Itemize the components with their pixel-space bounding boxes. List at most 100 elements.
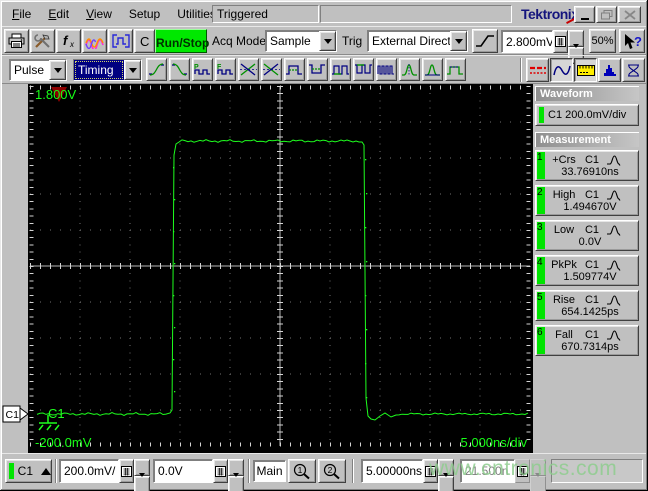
function-button[interactable]: fx bbox=[56, 29, 81, 53]
measurement-list: 1 +Crs C1 33.76910ns 2 High C1 1.494670V 3 Low C1 0… bbox=[535, 150, 639, 360]
waveform-channel-button[interactable]: C1 200.0mV/div bbox=[535, 104, 639, 126]
waveform-display-button[interactable] bbox=[550, 58, 573, 82]
measurement-2-button[interactable]: 2 High C1 1.494670V bbox=[535, 185, 639, 216]
keypad-button[interactable] bbox=[119, 459, 134, 483]
decrement-button[interactable] bbox=[438, 473, 454, 491]
pulse-meas-icon bbox=[606, 258, 622, 271]
period-button[interactable]: P bbox=[192, 58, 213, 81]
channel-select-label: C1 bbox=[17, 464, 33, 478]
minimize-icon bbox=[580, 18, 589, 20]
mask-test-button[interactable] bbox=[622, 58, 645, 82]
context-help-button[interactable]: ? bbox=[619, 29, 645, 53]
plot-area[interactable]: C1 1.800V -200.0mV 5.000ns/div bbox=[28, 84, 533, 453]
keypad-button[interactable] bbox=[515, 459, 530, 483]
menubar: FileEditViewSetupUtilitiesHelp Triggered… bbox=[2, 2, 646, 26]
keypad-icon bbox=[121, 465, 132, 477]
measurement-1-button[interactable]: 1 +Crs C1 33.76910ns bbox=[535, 150, 639, 181]
zoom-1-button[interactable]: 1 bbox=[288, 459, 316, 483]
timebase-field[interactable]: 5.00000ns bbox=[361, 459, 423, 483]
meas-type-dropdown-arrow[interactable] bbox=[49, 60, 66, 80]
trigger-level-field[interactable]: 2.800mV bbox=[501, 30, 553, 53]
run-stop-button[interactable]: Run/Stop bbox=[155, 29, 209, 53]
trigger-slope-button[interactable] bbox=[472, 29, 498, 53]
zoom-2-button[interactable]: 2 bbox=[318, 459, 346, 483]
measurement-3-button[interactable]: 3 Low C1 0.0V bbox=[535, 220, 639, 251]
fall-time-button[interactable] bbox=[169, 58, 190, 81]
meas-category-dropdown-arrow[interactable] bbox=[124, 60, 141, 80]
vertical-position-field[interactable]: 0.0V bbox=[153, 459, 213, 483]
trigger-status-text: Triggered bbox=[217, 7, 268, 21]
measurement-value: 670.7314ps bbox=[561, 341, 619, 353]
restore-button[interactable] bbox=[596, 6, 617, 23]
trig-source-dropdown-arrow[interactable] bbox=[450, 31, 467, 51]
trig-source-select[interactable]: External Direct bbox=[367, 30, 468, 52]
tools-button[interactable] bbox=[30, 29, 55, 53]
clear-icon: C bbox=[137, 33, 153, 49]
keypad-button[interactable] bbox=[213, 459, 228, 483]
status-panel-empty bbox=[551, 459, 643, 483]
cursors-button[interactable] bbox=[526, 58, 549, 82]
measurement-5-button[interactable]: 5 Rise C1 654.1425ps bbox=[535, 290, 639, 321]
acq-mode-select[interactable]: Sample bbox=[265, 30, 337, 52]
keypad-button[interactable] bbox=[553, 30, 568, 53]
decrement-button[interactable] bbox=[530, 473, 546, 491]
keypad-icon bbox=[425, 465, 436, 477]
measurement-panel-button[interactable] bbox=[574, 58, 597, 82]
display-scale-button[interactable]: 50% bbox=[589, 29, 616, 53]
histogram-button[interactable] bbox=[598, 58, 621, 82]
acq-mode-dropdown-arrow[interactable] bbox=[319, 31, 336, 51]
keypad-button[interactable] bbox=[423, 459, 438, 483]
negative-duty-button[interactable] bbox=[353, 58, 374, 81]
pulse-setup-button[interactable] bbox=[108, 29, 133, 53]
delay-field[interactable]: 21.500n bbox=[460, 459, 515, 483]
menu-edit[interactable]: Edit bbox=[46, 6, 71, 22]
decrement-button[interactable] bbox=[134, 473, 150, 491]
positive-width-button[interactable] bbox=[284, 58, 305, 81]
menu-setup[interactable]: Setup bbox=[127, 6, 162, 22]
negative-width-button[interactable] bbox=[307, 58, 328, 81]
meas-category-select[interactable]: Timing bbox=[73, 59, 142, 81]
decrement-button[interactable] bbox=[228, 473, 244, 491]
frequency-button[interactable]: F bbox=[215, 58, 236, 81]
vertical-position-spinner: 0.0V bbox=[153, 459, 244, 491]
positive-duty-button[interactable] bbox=[330, 58, 351, 81]
negative-width-icon bbox=[308, 62, 327, 77]
measurement-header: Measurement bbox=[535, 132, 639, 147]
rising-slope-icon bbox=[474, 33, 496, 49]
waveform-colors-button[interactable] bbox=[82, 29, 107, 53]
channel-marker[interactable]: C1 bbox=[2, 403, 29, 430]
close-button[interactable] bbox=[618, 6, 641, 23]
peak-area-button[interactable] bbox=[422, 58, 443, 81]
measurement-4-button[interactable]: 4 PkPk C1 1.509774V bbox=[535, 255, 639, 286]
mask-test-icon bbox=[625, 63, 643, 78]
minimize-button[interactable] bbox=[574, 6, 595, 23]
menu-file[interactable]: File bbox=[10, 6, 33, 22]
menu-view[interactable]: View bbox=[84, 6, 114, 22]
measurement-name: Rise bbox=[552, 293, 575, 306]
svg-text:2: 2 bbox=[327, 465, 332, 475]
falling-cross-button[interactable] bbox=[261, 58, 282, 81]
delay-updown bbox=[530, 459, 546, 491]
measurement-name: Low bbox=[553, 223, 575, 236]
trig-source-value: External Direct bbox=[372, 34, 450, 48]
measurement-title-row: High C1 bbox=[548, 188, 634, 201]
peak-button[interactable] bbox=[399, 58, 420, 81]
timebase-updown bbox=[438, 459, 454, 491]
meas-category-value: Timing bbox=[74, 60, 124, 80]
bottombar-divider bbox=[55, 459, 57, 483]
meas-type-select[interactable]: Pulse bbox=[9, 59, 67, 81]
measurement-number: 1 bbox=[537, 152, 543, 163]
channel-select-button[interactable]: C1 bbox=[5, 459, 52, 483]
vertical-scale-field[interactable]: 200.0mV/ bbox=[59, 459, 119, 483]
acq-mode-value: Sample bbox=[270, 34, 311, 48]
measurement-6-button[interactable]: 6 Fall C1 670.7314ps bbox=[535, 325, 639, 356]
flat-top-button[interactable] bbox=[445, 58, 466, 81]
clear-button[interactable]: C bbox=[134, 29, 155, 53]
rising-cross-button[interactable] bbox=[238, 58, 259, 81]
burst-width-button[interactable] bbox=[376, 58, 397, 81]
waveform-display-icon bbox=[552, 63, 572, 78]
measurement-number: 5 bbox=[537, 292, 543, 303]
print-button[interactable] bbox=[4, 29, 29, 53]
rise-time-button[interactable] bbox=[146, 58, 167, 81]
down-arrow-icon bbox=[139, 473, 145, 491]
